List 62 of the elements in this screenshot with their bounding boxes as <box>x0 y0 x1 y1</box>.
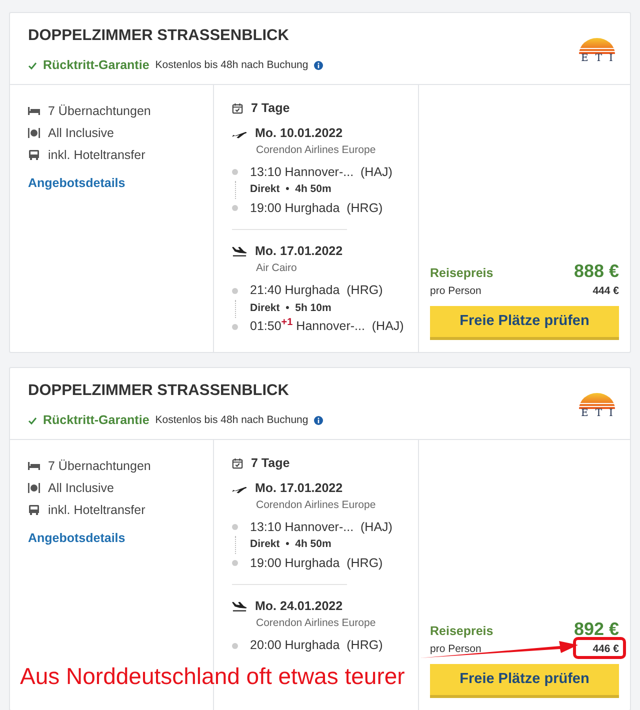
plate-icon <box>28 127 40 139</box>
price-label: Reisepreis <box>430 622 494 640</box>
tour-operator-logo: ETI <box>578 36 616 84</box>
flight-info: Direkt • 4h 50m <box>250 537 332 552</box>
landing-plane-icon <box>232 601 247 612</box>
bed-icon <box>28 105 40 117</box>
feature-text: 7 Übernachtungen <box>48 102 151 120</box>
airline-name: Corendon Airlines Europe <box>256 616 377 631</box>
annotation-text: Aus Norddeutschland oft etwas teurer <box>20 662 405 690</box>
flight-date: Mo. 10.01.2022 <box>255 124 343 142</box>
offer-details-link[interactable]: Angebotsdetails <box>28 529 126 548</box>
flight-date: Mo. 24.01.2022 <box>255 598 343 616</box>
calendar-icon <box>232 458 243 469</box>
bus-icon <box>28 149 40 161</box>
info-icon <box>314 61 324 70</box>
departure-time: 21:40 Hurghada (HRG) <box>250 282 383 300</box>
check-icon <box>28 62 37 70</box>
highlight-frame <box>573 637 626 659</box>
per-person-price: 446 € <box>592 642 619 658</box>
bus-icon <box>28 504 40 516</box>
guarantee-note: Kostenlos bis 48h nach Buchung <box>155 58 308 73</box>
landing-plane-icon <box>232 246 247 258</box>
airline-name: Corendon Airlines Europe <box>256 142 377 158</box>
feature-text: All Inclusive <box>48 480 114 497</box>
airline-name: Corendon Airlines Europe <box>256 498 377 512</box>
info-icon <box>314 416 324 426</box>
per-person-price: 444 € <box>592 284 619 300</box>
flight-date: Mo. 17.01.2022 <box>255 243 343 260</box>
flight-info: Direkt • 5h 10m <box>250 300 332 316</box>
check-availability-button[interactable]: Freie Plätze prüfen <box>430 664 619 698</box>
feature-text: inkl. Hoteltransfer <box>48 146 146 164</box>
bed-icon <box>28 460 40 472</box>
price-label: Reisepreis <box>430 264 494 282</box>
feature-text: All Inclusive <box>48 124 114 142</box>
tour-operator-logo: ETI <box>578 391 616 439</box>
trip-duration: 7 Tage <box>251 100 290 117</box>
total-price: 892 € <box>574 618 619 640</box>
total-price: 888 € <box>574 260 619 282</box>
flight-date: Mo. 17.01.2022 <box>255 480 343 497</box>
feature-text: inkl. Hoteltransfer <box>48 502 146 519</box>
offer-details-link[interactable]: Angebotsdetails <box>28 174 126 193</box>
calendar-icon <box>232 102 243 114</box>
trip-duration: 7 Tage <box>251 455 290 472</box>
arrival-time: 01:50$^{+1}$ Hannover-... (HAJ) <box>250 317 404 336</box>
departure-time: 20:00 Hurghada (HRG) <box>250 637 383 654</box>
airline-name: Air Cairo <box>256 261 298 276</box>
room-title: DOPPELZIMMER STRASSENBLICK <box>28 26 290 46</box>
arrival-time: 19:00 Hurghada (HRG) <box>250 554 383 572</box>
check-icon <box>28 416 37 425</box>
per-person-label: pro Person <box>430 284 482 300</box>
guarantee-note: Kostenlos bis 48h nach Buchung <box>155 412 308 428</box>
departure-time: 13:10 Hannover-... (HAJ) <box>250 164 392 181</box>
per-person-label: pro Person <box>430 642 482 658</box>
guarantee-label: Rücktritt-Garantie <box>43 412 150 430</box>
feature-text: 7 Übernachtungen <box>48 458 151 475</box>
plate-icon <box>28 482 40 494</box>
flight-info: Direkt • 4h 50m <box>250 182 332 198</box>
guarantee-label: Rücktritt-Garantie <box>43 57 150 74</box>
check-availability-button[interactable]: Freie Plätze prüfen <box>430 306 619 340</box>
arrival-time: 19:00 Hurghada (HRG) <box>250 200 383 217</box>
room-title: DOPPELZIMMER STRASSENBLICK <box>28 381 290 401</box>
departure-time: 13:10 Hannover-... (HAJ) <box>250 518 392 536</box>
